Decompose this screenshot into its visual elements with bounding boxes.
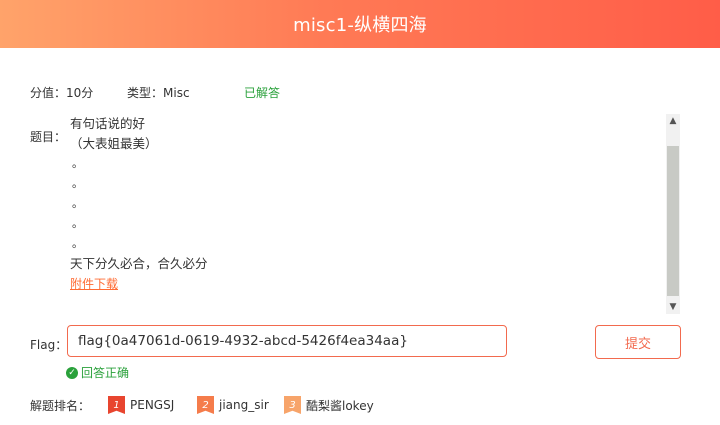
type-label: 类型：Misc xyxy=(127,86,190,100)
challenge-meta: 分值：10分 类型：Misc 已解答 xyxy=(30,84,710,100)
question-line: 有句话说的好 xyxy=(70,116,146,131)
ranking-entry: 2 jiang_sir xyxy=(197,396,269,414)
rank-badge-icon: 3 xyxy=(284,396,301,414)
scroll-down-icon[interactable]: ▼ xyxy=(666,300,680,314)
flag-input[interactable]: flag{0a47061d-0619-4932-abcd-5426f4ea34a… xyxy=(67,325,507,357)
challenge-title: misc1-纵横四海 xyxy=(293,15,427,36)
score-label: 分值：10分 xyxy=(30,86,94,100)
rank-badge-icon: 2 xyxy=(197,396,214,414)
question-line: 天下分久必合，合久必分 xyxy=(70,256,208,271)
ranking-entry: 3 酷梨酱lokey xyxy=(284,396,374,414)
solver-name: 酷梨酱lokey xyxy=(306,398,374,413)
solver-name: jiang_sir xyxy=(219,398,269,412)
flag-label: Flag： xyxy=(30,338,68,352)
ranking-label: 解题排名： xyxy=(30,399,91,413)
question-line: 。 xyxy=(72,177,83,190)
scroll-up-icon[interactable]: ▲ xyxy=(666,114,680,128)
submit-button[interactable]: 提交 xyxy=(595,325,681,359)
rank-badge-icon: 1 xyxy=(108,396,125,414)
question-line: 。 xyxy=(72,197,83,210)
question-text: 有句话说的好 （大表姐最美） 。 。 。 。 。 天下分久必合，合久必分 附件下… xyxy=(70,114,660,295)
challenge-header: misc1-纵横四海 xyxy=(0,0,720,48)
question-line: 。 xyxy=(72,157,83,170)
question-scrollbar[interactable]: ▲ ▼ xyxy=(666,114,680,314)
scroll-thumb[interactable] xyxy=(667,146,679,296)
attachment-download-link[interactable]: 附件下载 xyxy=(70,275,660,295)
question-line: （大表姐最美） xyxy=(70,136,158,151)
solve-ranking: 解题排名： 1 PENGSJ 2 jiang_sir 3 酷梨酱lokey xyxy=(30,396,710,416)
question-label: 题目： xyxy=(30,130,67,144)
check-circle-icon: ✓ xyxy=(66,366,78,379)
question-box: 有句话说的好 （大表姐最美） 。 。 。 。 。 天下分久必合，合久必分 附件下… xyxy=(68,114,680,314)
ranking-entry: 1 PENGSJ xyxy=(108,396,174,414)
solver-name: PENGSJ xyxy=(130,398,175,412)
question-line: 。 xyxy=(72,237,83,250)
question-line: 。 xyxy=(72,217,83,230)
result-text: 回答正确 xyxy=(81,366,130,380)
solved-status: 已解答 xyxy=(244,86,281,100)
answer-result: ✓ 回答正确 xyxy=(66,364,129,381)
